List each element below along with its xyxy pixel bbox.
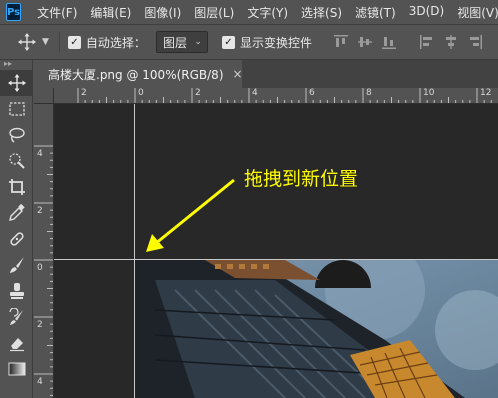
align-horizontal-center-icon[interactable]: [444, 35, 458, 49]
crop-tool[interactable]: [0, 174, 33, 200]
chevron-down-icon: ⌄: [194, 37, 202, 47]
options-bar: ▼ ✓ 自动选择： 图层 ⌄ ✓ 显示变换控件: [0, 24, 498, 60]
menu-bar: Ps 文件(F) 编辑(E) 图像(I) 图层(L) 文字(Y) 选择(S) 滤…: [0, 0, 498, 24]
quick-selection-icon: [8, 153, 25, 169]
ruler-tick-label: 2: [37, 206, 43, 216]
eyedropper-icon: [8, 204, 25, 221]
menu-items: 文件(F) 编辑(E) 图像(I) 图层(L) 文字(Y) 选择(S) 滤镜(T…: [37, 4, 498, 21]
separator: [58, 32, 60, 52]
menu-file[interactable]: 文件(F): [37, 4, 77, 21]
auto-select-dropdown[interactable]: 图层 ⌄: [155, 31, 208, 53]
brush-tool[interactable]: [0, 252, 33, 278]
quick-selection-tool[interactable]: [0, 148, 33, 174]
gradient-icon: [8, 362, 25, 376]
close-icon[interactable]: ×: [233, 67, 243, 81]
annotation-text: 拖拽到新位置: [244, 168, 359, 190]
align-right-icon[interactable]: [468, 35, 482, 49]
lasso-icon: [8, 127, 25, 143]
align-vertical-center-icon[interactable]: [357, 35, 372, 49]
ruler-tick-label: 2: [195, 88, 201, 98]
menu-view[interactable]: 视图(V): [457, 4, 498, 21]
tools-panel: ▸▸: [0, 60, 33, 398]
document-tab-title: 高楼大厦.png @ 100%(RGB/8): [48, 67, 224, 82]
document-tab-strip: 高楼大厦.png @ 100%(RGB/8) ×: [34, 60, 498, 88]
clone-stamp-tool[interactable]: [0, 278, 33, 304]
auto-select-label: 自动选择：: [85, 35, 146, 50]
brush-icon: [9, 257, 24, 273]
move-tool-preset-icon[interactable]: [16, 31, 38, 53]
horizontal-ruler[interactable]: 2 0 2 4 6 8 10 12: [54, 88, 498, 104]
healing-brush-tool[interactable]: [0, 226, 33, 252]
marquee-icon: [8, 102, 25, 116]
panel-collapse-icon[interactable]: ▸▸: [0, 60, 32, 70]
bandage-icon: [9, 232, 24, 246]
ruler-tick-label: 4: [37, 377, 43, 387]
ruler-tick-label: 4: [37, 149, 43, 159]
menu-filter[interactable]: 滤镜(T): [355, 4, 396, 21]
align-bottom-icon[interactable]: [381, 35, 396, 49]
menu-type[interactable]: 文字(Y): [247, 4, 288, 21]
vertical-ruler[interactable]: 4 2 0 2 4: [34, 104, 54, 398]
ruler-tick-label: 2: [81, 88, 87, 98]
eraser-tool[interactable]: [0, 330, 33, 356]
annotation-arrow: [146, 178, 235, 252]
eyedropper-tool[interactable]: [0, 200, 33, 226]
ruler-tick-label: 10: [423, 88, 435, 98]
photoshop-logo: Ps: [6, 3, 22, 21]
ruler-tick-label: 4: [252, 88, 258, 98]
document-tab[interactable]: 高楼大厦.png @ 100%(RGB/8) ×: [34, 60, 243, 88]
stamp-icon: [9, 283, 24, 299]
align-left-icon[interactable]: [419, 35, 434, 49]
chevron-down-icon[interactable]: ▼: [42, 37, 49, 47]
ruler-tick-label: 0: [37, 263, 43, 273]
auto-select-value: 图层: [162, 35, 187, 50]
canvas-area[interactable]: 拖拽到新位置: [54, 104, 498, 398]
history-brush-tool[interactable]: [0, 304, 33, 330]
ruler-tick-label: 0: [138, 88, 144, 98]
menu-edit[interactable]: 编辑(E): [90, 4, 131, 21]
ruler-corner[interactable]: [34, 88, 54, 104]
lasso-tool[interactable]: [0, 122, 33, 148]
crop-icon: [8, 179, 25, 195]
menu-layer[interactable]: 图层(L): [194, 4, 234, 21]
menu-image[interactable]: 图像(I): [144, 4, 181, 21]
show-transform-checkbox[interactable]: ✓: [221, 35, 235, 49]
auto-select-checkbox[interactable]: ✓: [67, 35, 81, 49]
align-top-icon[interactable]: [333, 35, 348, 49]
show-transform-label: 显示变换控件: [239, 35, 312, 50]
menu-select[interactable]: 选择(S): [301, 4, 342, 21]
ruler-tick-label: 6: [309, 88, 315, 98]
ruler-tick-label: 2: [37, 320, 43, 330]
ruler-tick-label: 12: [480, 88, 492, 98]
align-buttons: [333, 35, 492, 49]
move-tool[interactable]: [0, 70, 33, 96]
marquee-tool[interactable]: [0, 96, 33, 122]
history-brush-icon: [8, 308, 23, 325]
ruler-tick-label: 8: [366, 88, 372, 98]
eraser-icon: [9, 338, 24, 352]
move-icon: [7, 74, 26, 92]
gradient-tool[interactable]: [0, 356, 33, 382]
menu-3d[interactable]: 3D(D): [409, 4, 444, 21]
